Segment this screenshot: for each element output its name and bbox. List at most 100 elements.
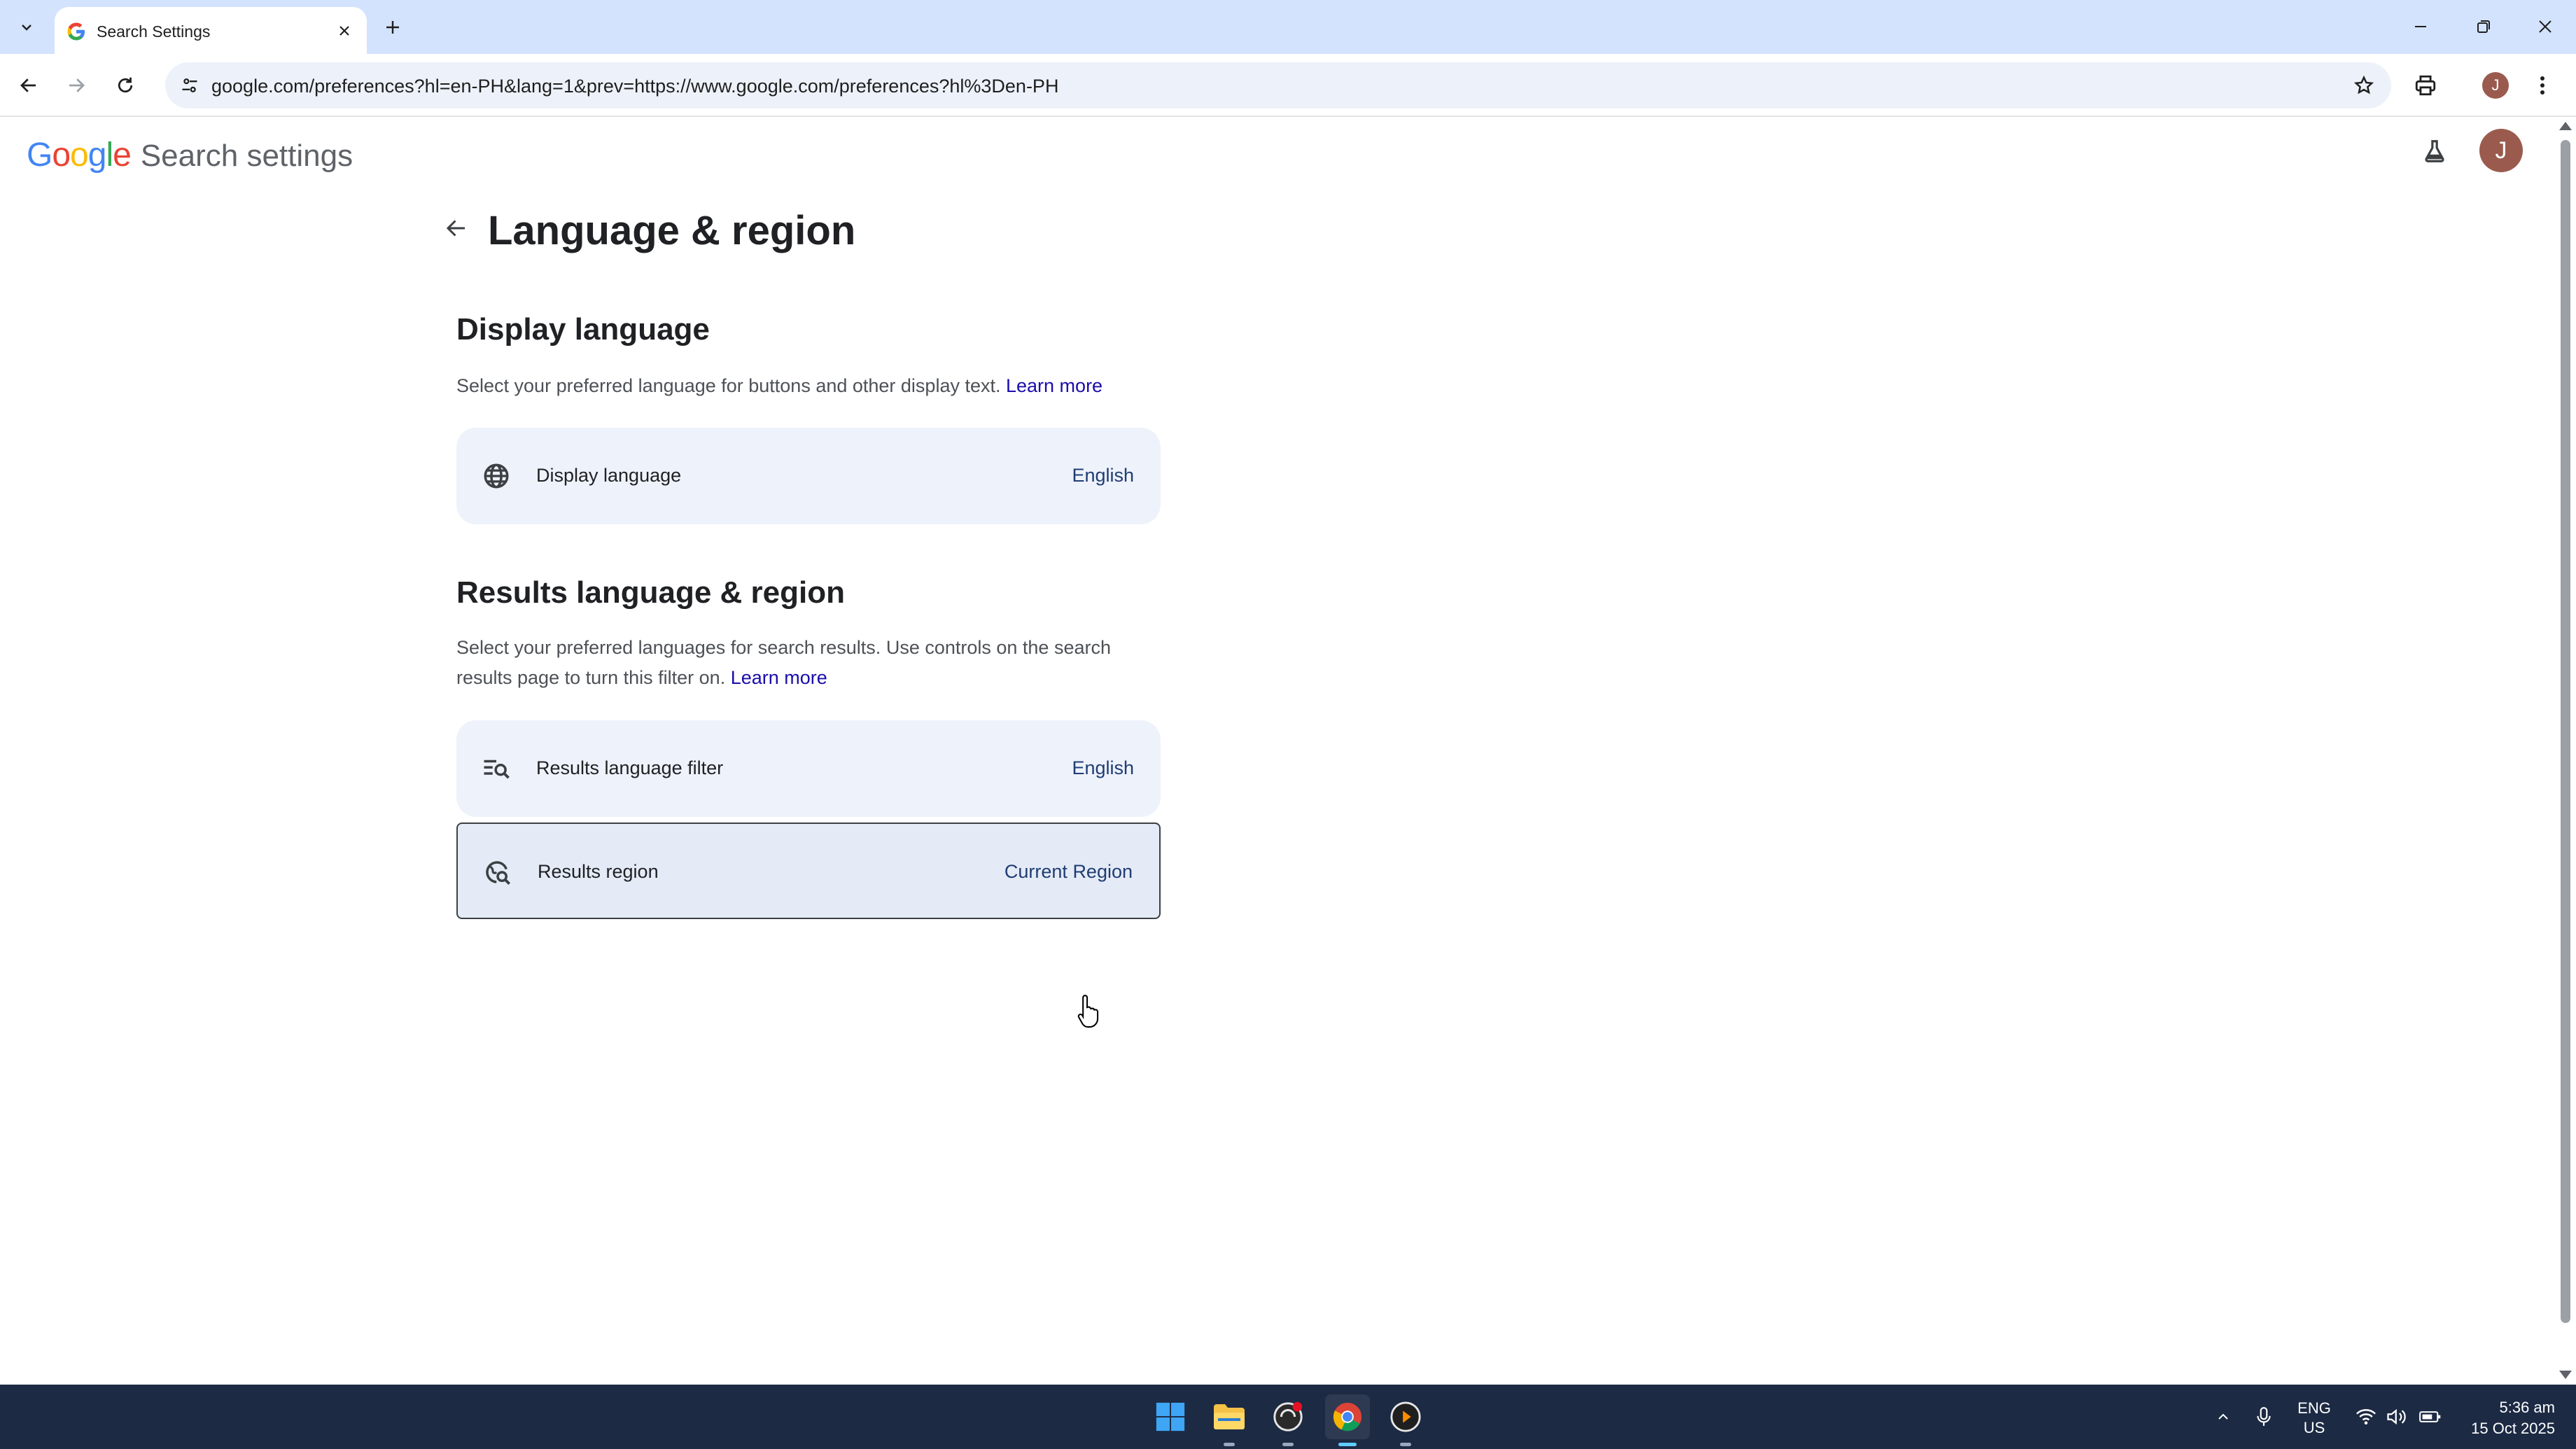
display-language-row[interactable]: Display language English <box>456 428 1161 524</box>
more-vert-icon <box>2540 76 2544 94</box>
display-language-value: English <box>1072 465 1134 486</box>
taskbar-chrome[interactable] <box>1325 1394 1370 1439</box>
browser-tabstrip: Search Settings <box>0 0 2576 54</box>
minimize-icon <box>2415 26 2426 27</box>
display-language-description-text: Select your preferred language for butto… <box>456 375 1001 396</box>
printer-icon <box>2415 75 2436 96</box>
print-button[interactable] <box>2405 65 2446 106</box>
results-region-value: Current Region <box>1004 861 1133 882</box>
tab-close-button[interactable] <box>332 18 357 43</box>
display-language-heading: Display language <box>456 312 710 346</box>
results-language-description: Select your preferred languages for sear… <box>456 633 1163 693</box>
arrow-left-icon <box>446 220 465 237</box>
microphone-button[interactable] <box>2250 1401 2278 1432</box>
show-hidden-icons-button[interactable] <box>2209 1401 2237 1432</box>
search-labs-button[interactable] <box>2415 132 2454 171</box>
start-button[interactable] <box>1148 1394 1193 1439</box>
flask-icon <box>2425 140 2444 162</box>
header-title: Search settings <box>140 139 354 173</box>
battery-icon <box>2419 1411 2441 1422</box>
close-icon <box>340 26 349 36</box>
chevron-up-icon <box>2218 1413 2228 1420</box>
display-language-learn-more-link[interactable]: Learn more <box>1006 375 1102 396</box>
volume-status[interactable] <box>2384 1401 2409 1432</box>
google-logo: Google <box>27 136 132 174</box>
windows-logo-icon <box>1156 1402 1185 1432</box>
profile-button[interactable]: J <box>2475 65 2516 106</box>
microphone-icon <box>2257 1407 2271 1426</box>
mouse-pointer-icon <box>1077 995 1099 1028</box>
chrome-icon <box>1333 1402 1362 1432</box>
region-code: US <box>2303 1419 2325 1436</box>
app-running-indicator <box>1282 1443 1294 1446</box>
results-language-filter-value: English <box>1072 757 1134 778</box>
chrome-active-indicator <box>1338 1443 1357 1446</box>
star-icon <box>2353 75 2374 94</box>
file-explorer-running-indicator <box>1224 1443 1235 1446</box>
taskbar-media-player[interactable] <box>1383 1394 1428 1439</box>
system-clock[interactable]: 5:36 am 15 Oct 2025 <box>2450 1397 2555 1439</box>
restore-button[interactable] <box>2454 6 2513 48</box>
google-search-settings-brand[interactable]: Google Search settings <box>27 136 353 174</box>
close-window-button[interactable] <box>2516 6 2575 48</box>
clock-time: 5:36 am <box>2499 1399 2556 1416</box>
app-circle-icon <box>1273 1401 1303 1432</box>
results-language-heading: Results language & region <box>456 575 845 610</box>
address-bar[interactable]: google.com/preferences?hl=en-PH&lang=1&p… <box>165 62 2391 108</box>
close-icon <box>2539 20 2552 33</box>
arrow-right-icon <box>69 78 85 92</box>
tab-search-button[interactable] <box>10 13 43 42</box>
back-button[interactable] <box>10 66 48 104</box>
battery-status[interactable] <box>2416 1401 2444 1432</box>
windows-taskbar: ENG US 5:36 am 15 Oct 2025 <box>0 1385 2576 1449</box>
taskbar-file-explorer[interactable] <box>1207 1394 1252 1439</box>
restore-icon <box>2477 20 2490 33</box>
google-favicon-icon <box>67 22 85 41</box>
avatar: J <box>2482 72 2509 99</box>
display-language-description: Select your preferred language for butto… <box>456 371 1163 401</box>
speaker-icon <box>2387 1408 2406 1425</box>
bookmark-button[interactable] <box>2348 69 2380 102</box>
scrollbar-thumb[interactable] <box>2561 140 2570 1323</box>
display-language-label: Display language <box>536 465 682 486</box>
back-arrow-button[interactable] <box>437 209 476 248</box>
page-title: Language & region <box>488 208 856 253</box>
page-scrollbar[interactable] <box>2554 118 2576 1385</box>
arrow-left-icon <box>20 78 36 92</box>
account-avatar[interactable]: J <box>2479 129 2523 172</box>
browser-menu-button[interactable] <box>2527 65 2558 106</box>
browser-tab-active[interactable]: Search Settings <box>55 7 367 54</box>
results-language-filter-label: Results language filter <box>536 757 724 778</box>
results-language-learn-more-link[interactable]: Learn more <box>731 667 827 688</box>
tab-title: Search Settings <box>97 22 211 41</box>
play-circle-icon <box>1390 1401 1421 1432</box>
language-code: ENG <box>2297 1399 2331 1417</box>
travel-explore-icon <box>482 856 514 888</box>
taskbar-app-notification[interactable] <box>1266 1394 1310 1439</box>
results-region-label: Results region <box>538 861 659 882</box>
page-content: Google Search settings J Language & regi… <box>0 118 2554 1385</box>
reload-button[interactable] <box>106 66 144 104</box>
reload-icon <box>118 77 133 93</box>
wifi-icon <box>2356 1409 2376 1424</box>
filter-search-icon <box>480 752 512 785</box>
globe-icon <box>480 460 512 492</box>
wifi-status[interactable] <box>2353 1401 2379 1432</box>
input-language-indicator[interactable]: ENG US <box>2296 1399 2332 1438</box>
minimize-button[interactable] <box>2391 6 2450 48</box>
scroll-down-arrow-icon[interactable] <box>2559 1371 2572 1379</box>
forward-button[interactable] <box>57 66 95 104</box>
plus-icon <box>386 21 399 34</box>
scroll-up-arrow-icon[interactable] <box>2559 122 2572 130</box>
new-tab-button[interactable] <box>378 13 407 42</box>
results-language-filter-row[interactable]: Results language filter English <box>456 720 1161 817</box>
media-player-running-indicator <box>1400 1443 1411 1446</box>
tune-icon <box>182 78 197 92</box>
url-text[interactable]: google.com/preferences?hl=en-PH&lang=1&p… <box>211 76 1058 97</box>
results-region-row[interactable]: Results region Current Region <box>456 822 1161 919</box>
folder-icon <box>1214 1404 1245 1429</box>
browser-toolbar: google.com/preferences?hl=en-PH&lang=1&p… <box>0 54 2576 117</box>
clock-date: 15 Oct 2025 <box>2471 1420 2555 1437</box>
site-info-button[interactable] <box>174 69 206 102</box>
chevron-down-icon <box>22 24 31 31</box>
